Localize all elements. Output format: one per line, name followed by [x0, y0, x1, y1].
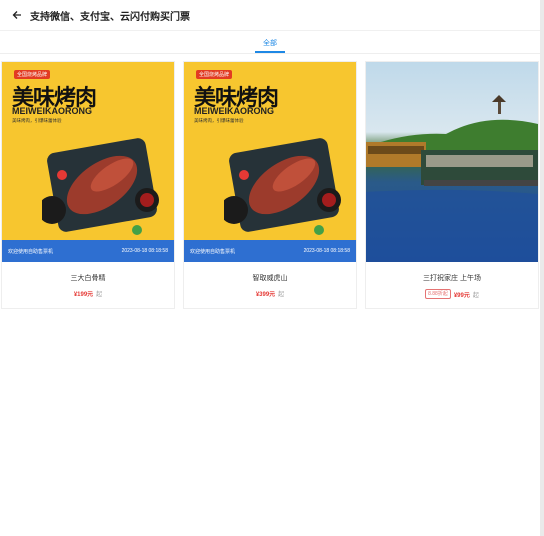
product-image: 全国烧烤品牌 美味烤肉 MEIWEIKAORONG 美味烤肉，引爆味蕾体验 欢迎… [2, 62, 174, 262]
poster-subtitle: 美味烤肉，引爆味蕾体验 [12, 118, 62, 123]
product-price: ¥99元 [453, 292, 470, 299]
price-line: ¥199元 起 [2, 289, 174, 298]
active-tab-indicator [255, 51, 285, 53]
discount-badge: 8.88折起 [425, 289, 451, 299]
grilled-meat-illustration [224, 138, 341, 235]
poster-footer-left: 欢迎使用自助售票机 [190, 248, 236, 255]
poster-english: MEIWEIKAORONG [12, 106, 92, 116]
tab-label: 全部 [263, 40, 277, 47]
poster-footer: 欢迎使用自助售票机 2023-08-18 08:18:58 [184, 240, 356, 262]
price-suffix: 起 [278, 292, 285, 298]
poster-footer-right: 2023-08-18 08:18:58 [121, 248, 168, 254]
product-price: ¥199元 [73, 292, 94, 298]
product-name: 三大白骨精 [70, 275, 106, 282]
poster-footer: 欢迎使用自助售票机 2023-08-18 08:18:58 [2, 240, 174, 262]
price-suffix: 起 [96, 292, 103, 298]
grilled-meat-illustration [42, 138, 159, 235]
product-price: ¥399元 [255, 292, 276, 298]
lake-scene-illustration [366, 95, 538, 262]
poster-english: MEIWEIKAORONG [194, 106, 274, 116]
poster-subtitle: 美味烤肉，引爆味蕾体验 [194, 118, 244, 123]
scrollbar[interactable] [540, 0, 544, 536]
lake-boat-photo [366, 62, 538, 262]
poster-footer-right: 2023-08-18 08:18:58 [303, 248, 350, 254]
page-title: 支持微信、支付宝、云闪付购买门票 [30, 11, 190, 23]
price-line: 8.88折起 ¥99元 起 [366, 289, 538, 299]
product-card[interactable]: 三打祝家庄 上午场 8.88折起 ¥99元 起 [365, 61, 539, 309]
poster-footer-left: 欢迎使用自助售票机 [8, 248, 54, 255]
product-card[interactable]: 全国烧烤品牌 美味烤肉 MEIWEIKAORONG 美味烤肉，引爆味蕾体验 欢迎… [183, 61, 357, 309]
bbq-poster: 全国烧烤品牌 美味烤肉 MEIWEIKAORONG 美味烤肉，引爆味蕾体验 欢迎… [2, 62, 174, 262]
category-tabs: 全部 [0, 31, 540, 54]
product-name: 智取威虎山 [252, 275, 288, 282]
bbq-poster: 全国烧烤品牌 美味烤肉 MEIWEIKAORONG 美味烤肉，引爆味蕾体验 欢迎… [184, 62, 356, 262]
back-arrow-icon[interactable] [10, 8, 24, 22]
price-line: ¥399元 起 [184, 289, 356, 298]
product-image [366, 62, 538, 262]
poster-badge: 全国烧烤品牌 [196, 70, 233, 79]
price-suffix: 起 [472, 292, 479, 299]
page-header: 支持微信、支付宝、云闪付购买门票 [0, 0, 540, 31]
product-card[interactable]: 全国烧烤品牌 美味烤肉 MEIWEIKAORONG 美味烤肉，引爆味蕾体验 欢迎… [1, 61, 175, 309]
poster-badge: 全国烧烤品牌 [14, 70, 51, 79]
tab-all[interactable]: 全部 [255, 31, 285, 53]
product-image: 全国烧烤品牌 美味烤肉 MEIWEIKAORONG 美味烤肉，引爆味蕾体验 欢迎… [184, 62, 356, 262]
product-name: 三打祝家庄 上午场 [423, 275, 481, 282]
